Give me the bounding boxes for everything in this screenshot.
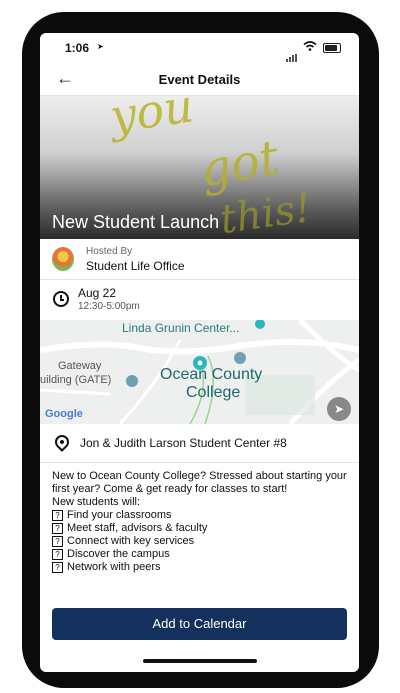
map-label-gateway-building: uilding (GATE): [40, 374, 112, 386]
list-item: Network with peers: [52, 561, 352, 574]
date-row: Aug 22 12:30-5:00pm: [40, 280, 359, 319]
list-item: Meet staff, advisors & faculty: [52, 522, 352, 535]
home-indicator[interactable]: [143, 659, 257, 663]
event-title: New Student Launch: [52, 212, 220, 232]
page-title: Event Details: [158, 72, 241, 87]
list-item: Connect with key services: [52, 535, 352, 548]
host-name: Student Life Office: [86, 259, 185, 273]
directions-icon[interactable]: ➤: [327, 397, 351, 421]
add-to-calendar-button[interactable]: Add to Calendar: [52, 608, 347, 640]
host-logo: [52, 247, 74, 271]
map-label-gateway: Gateway: [58, 360, 102, 372]
battery-icon: [323, 43, 341, 53]
hero-artwork: got: [195, 129, 284, 199]
event-location: Jon & Judith Larson Student Center #8: [80, 436, 287, 450]
clock-icon: [53, 291, 69, 307]
signal-icon: [286, 44, 298, 62]
host-label: Hosted By: [86, 246, 133, 257]
wifi-icon: [303, 41, 317, 51]
google-logo: Google: [45, 408, 83, 420]
address-row: Jon & Judith Larson Student Center #8: [40, 424, 359, 463]
location-arrow-icon: ➤: [97, 42, 104, 51]
map-label-college-line2: College: [186, 384, 241, 401]
status-time: 1:06: [65, 41, 90, 55]
event-hero-image: you got this! New Student Launch: [40, 96, 359, 239]
status-bar: 1:06 ➤: [40, 33, 359, 63]
map-label-center: Linda Grunin Center...: [122, 321, 240, 335]
description-intro: New to Ocean County College? Stressed ab…: [52, 470, 347, 495]
event-date: Aug 22: [78, 286, 117, 300]
map-pin-icon: [52, 432, 72, 452]
location-map[interactable]: Linda Grunin Center... Gateway uilding (…: [40, 320, 359, 424]
event-time: 12:30-5:00pm: [78, 301, 140, 312]
map-label-college: Ocean County: [160, 366, 263, 383]
app-screen: 1:06 ➤ ← Event Details you got this! New…: [40, 33, 359, 672]
list-item: Discover the campus: [52, 548, 352, 561]
description-subheading: New students will:: [52, 496, 141, 508]
host-row: Hosted By Student Life Office: [40, 240, 359, 280]
hero-artwork: you: [106, 96, 197, 144]
list-item: Find your classrooms: [52, 509, 352, 522]
event-description: New to Ocean County College? Stressed ab…: [52, 470, 352, 574]
nav-bar: ← Event Details: [40, 63, 359, 96]
